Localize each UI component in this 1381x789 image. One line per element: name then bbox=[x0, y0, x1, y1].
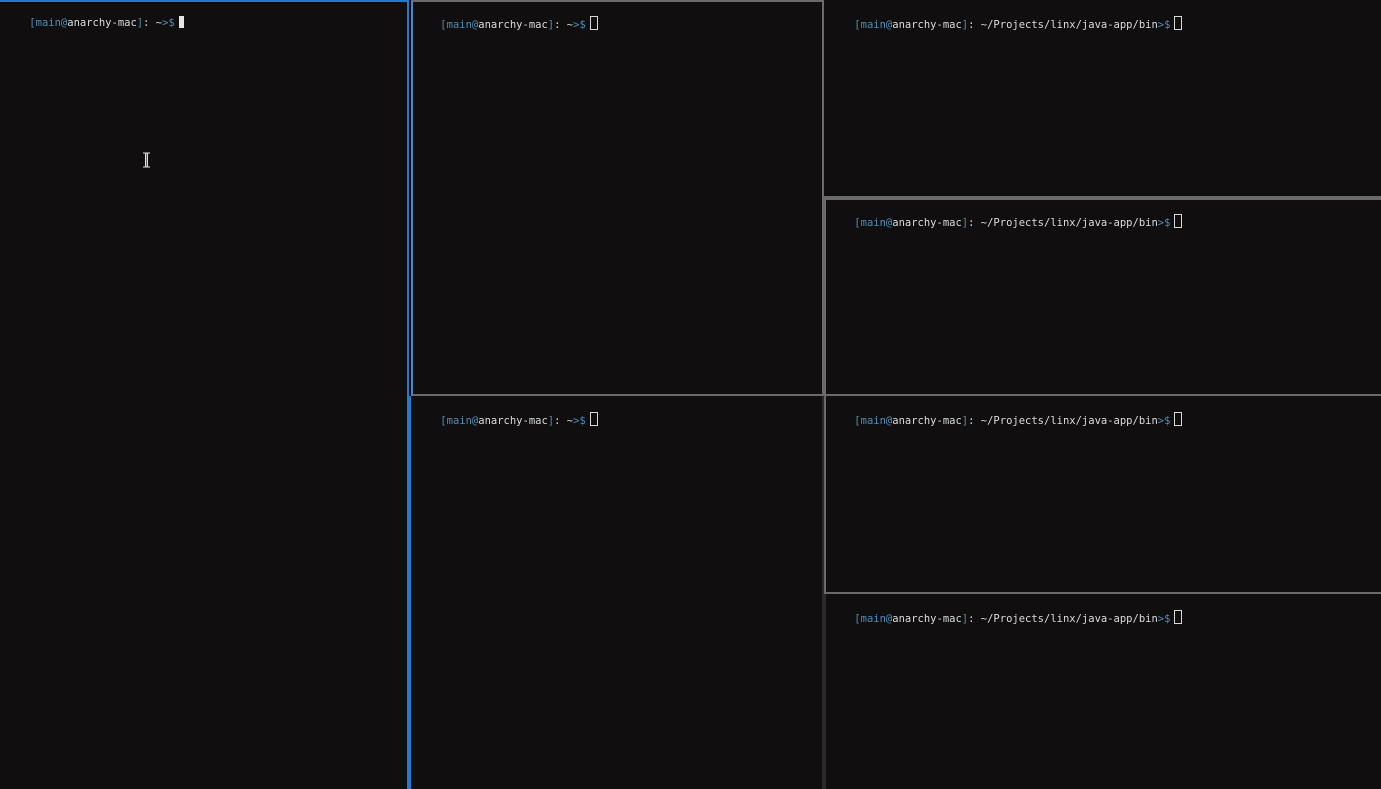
shell-prompt: [main@anarchy-mac]: ~>$ bbox=[415, 399, 598, 441]
terminal-cursor bbox=[1174, 16, 1183, 30]
prompt-host: anarchy-mac bbox=[892, 217, 962, 229]
prompt-path: ~/Projects/linx/java-app/bin bbox=[980, 217, 1158, 229]
terminal-pane-right-4[interactable]: [main@anarchy-mac]: ~/Projects/linx/java… bbox=[824, 594, 1381, 789]
terminal-cursor bbox=[1174, 412, 1183, 426]
text-cursor-icon bbox=[143, 152, 150, 168]
terminal-cursor bbox=[589, 16, 598, 30]
terminal-pane-mid-bottom[interactable]: [main@anarchy-mac]: ~>$ bbox=[409, 396, 824, 789]
terminal-cursor bbox=[1174, 214, 1183, 228]
prompt-user: main bbox=[860, 19, 886, 31]
prompt-user: main bbox=[860, 217, 886, 229]
terminal-pane-right-2[interactable]: [main@anarchy-mac]: ~/Projects/linx/java… bbox=[824, 198, 1381, 396]
prompt-user: main bbox=[860, 613, 886, 625]
shell-prompt: [main@anarchy-mac]: ~>$ bbox=[415, 3, 598, 45]
shell-prompt: [main@anarchy-mac]: ~/Projects/linx/java… bbox=[829, 201, 1183, 243]
terminal-pane-right-3[interactable]: [main@anarchy-mac]: ~/Projects/linx/java… bbox=[824, 396, 1381, 594]
prompt-user: main bbox=[35, 17, 61, 29]
prompt-host: anarchy-mac bbox=[892, 19, 962, 31]
shell-prompt: [main@anarchy-mac]: ~/Projects/linx/java… bbox=[829, 3, 1183, 45]
terminal-pane-mid-top[interactable]: [main@anarchy-mac]: ~>$ bbox=[411, 0, 824, 396]
terminal-cursor bbox=[1174, 610, 1183, 624]
prompt-user: main bbox=[446, 415, 472, 427]
shell-prompt: [main@anarchy-mac]: ~/Projects/linx/java… bbox=[829, 597, 1183, 639]
terminal-cursor bbox=[589, 412, 598, 426]
terminal-pane-right-1[interactable]: [main@anarchy-mac]: ~/Projects/linx/java… bbox=[824, 0, 1381, 198]
prompt-user: main bbox=[446, 19, 472, 31]
prompt-host: anarchy-mac bbox=[892, 613, 962, 625]
prompt-host: anarchy-mac bbox=[892, 415, 962, 427]
terminal-cursor bbox=[178, 16, 184, 28]
prompt-user: main bbox=[860, 415, 886, 427]
prompt-path: ~/Projects/linx/java-app/bin bbox=[980, 415, 1158, 427]
terminal-pane-left[interactable]: [main@anarchy-mac]: ~>$ bbox=[0, 0, 409, 789]
shell-prompt: [main@anarchy-mac]: ~>$ bbox=[4, 3, 184, 43]
prompt-host: anarchy-mac bbox=[478, 415, 548, 427]
prompt-host: anarchy-mac bbox=[478, 19, 548, 31]
prompt-host: anarchy-mac bbox=[67, 17, 137, 29]
prompt-path: ~/Projects/linx/java-app/bin bbox=[980, 19, 1158, 31]
prompt-path: ~/Projects/linx/java-app/bin bbox=[980, 613, 1158, 625]
shell-prompt: [main@anarchy-mac]: ~/Projects/linx/java… bbox=[829, 399, 1183, 441]
